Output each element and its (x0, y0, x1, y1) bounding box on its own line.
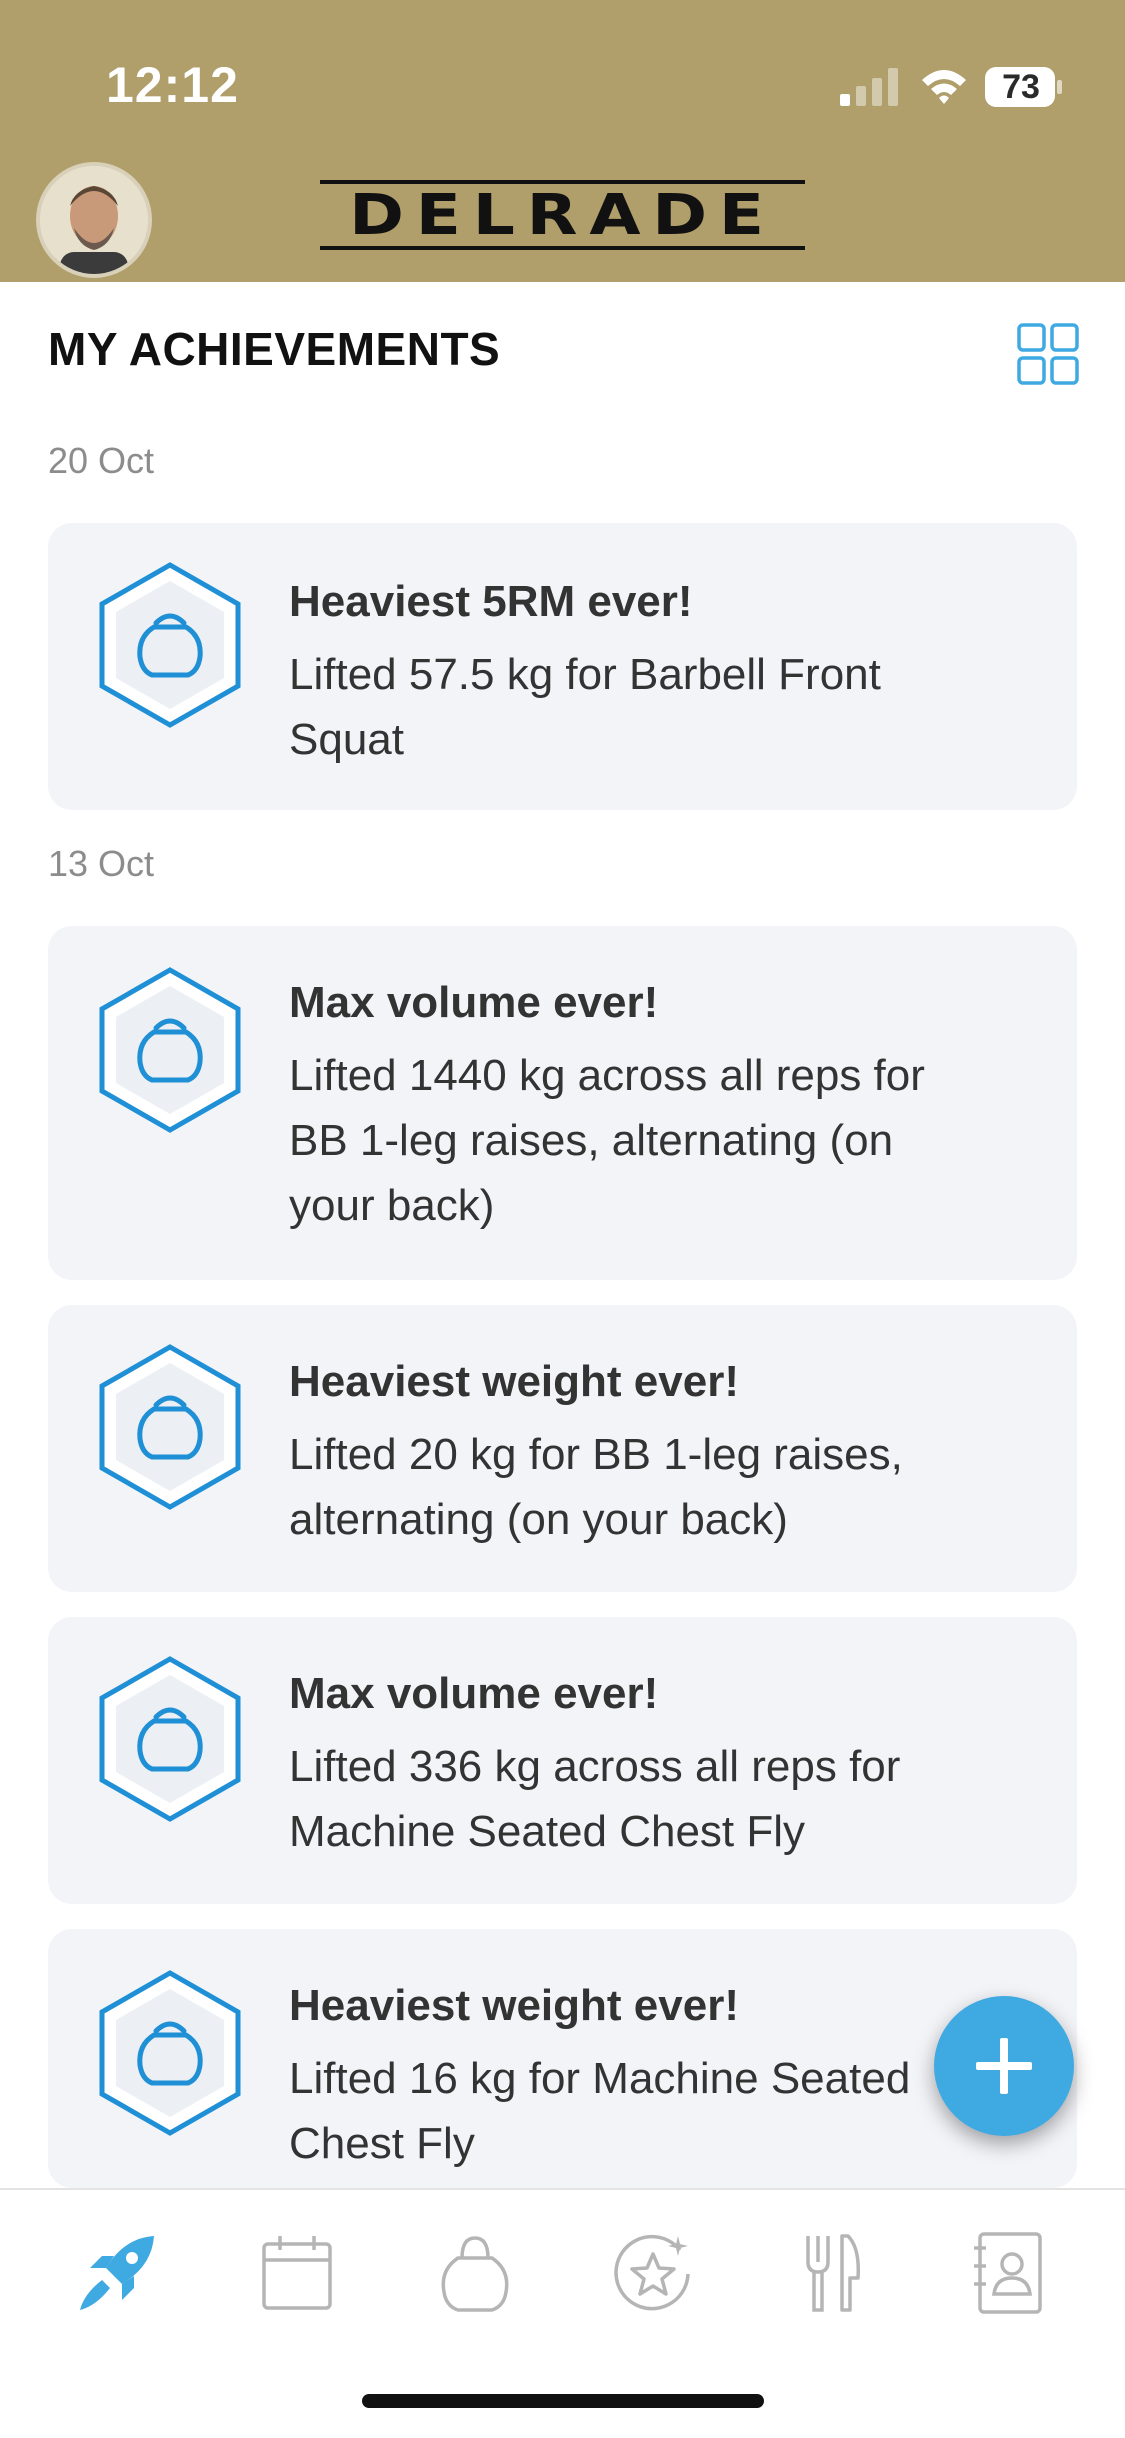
achievement-title: Max volume ever! (289, 1669, 659, 1718)
achievement-card[interactable]: Heaviest weight ever! Lifted 16 kg for M… (48, 1929, 1077, 2188)
achievement-card[interactable]: Max volume ever! Lifted 336 kg across al… (48, 1617, 1077, 1904)
date-header: 20 Oct (48, 440, 155, 481)
description-line: Lifted 57.5 kg for Barbell Front (289, 650, 881, 699)
page-title: MY ACHIEVEMENTS (48, 323, 501, 375)
description-line: your back) (289, 1181, 495, 1230)
description-line: Lifted 1440 kg across all reps for (289, 1051, 925, 1100)
achievement-description: Lifted 57.5 kg for Barbell Front Squat (289, 642, 1049, 772)
user-avatar-icon (40, 166, 148, 274)
rocket-icon[interactable] (72, 2228, 162, 2318)
description-line: BB 1-leg raises, alternating (on (289, 1116, 894, 1165)
brand-logo-text: DELRADE (349, 182, 776, 248)
plus-icon-vertical (1000, 2038, 1008, 2094)
date-header: 13 Oct (48, 843, 155, 884)
cellular-signal-icon (840, 68, 898, 106)
battery-level: 73 (1002, 68, 1040, 106)
kettlebell-badge-icon (99, 1970, 241, 2136)
kettlebell-icon[interactable] (430, 2228, 520, 2318)
contact-book-icon[interactable] (962, 2228, 1052, 2318)
kettlebell-badge-icon (99, 1656, 241, 1822)
kettlebell-badge-icon (99, 562, 241, 728)
achievement-card[interactable]: Heaviest weight ever! Lifted 20 kg for B… (48, 1305, 1077, 1592)
description-line: Lifted 20 kg for BB 1-leg raises, (289, 1430, 903, 1479)
achievement-description: Lifted 336 kg across all reps for Machin… (289, 1734, 1049, 1864)
achievement-title: Max volume ever! (289, 978, 659, 1027)
status-time: 12:12 (106, 57, 239, 113)
achievement-title: Heaviest 5RM ever! (289, 577, 693, 626)
grid-icon[interactable] (1016, 322, 1080, 386)
description-line: Chest Fly (289, 2119, 475, 2168)
fork-knife-icon[interactable] (788, 2228, 878, 2318)
description-line: alternating (on your back) (289, 1495, 788, 1544)
status-bar: 12:12 73 (0, 0, 1125, 150)
home-indicator (362, 2394, 764, 2408)
star-badge-icon[interactable] (608, 2228, 698, 2318)
description-line: Squat (289, 715, 404, 764)
achievement-description: Lifted 1440 kg across all reps for BB 1-… (289, 1043, 1049, 1238)
avatar[interactable] (36, 162, 152, 278)
brand-logo: DELRADE (320, 180, 805, 250)
add-button[interactable] (934, 1996, 1074, 2136)
achievement-title: Heaviest weight ever! (289, 1357, 739, 1406)
description-line: Lifted 336 kg across all reps for (289, 1742, 901, 1791)
wifi-icon (922, 70, 966, 104)
achievement-description: Lifted 20 kg for BB 1-leg raises, altern… (289, 1422, 1049, 1552)
description-line: Machine Seated Chest Fly (289, 1807, 806, 1856)
achievement-title: Heaviest weight ever! (289, 1981, 739, 2030)
logo-line-bottom (320, 246, 805, 250)
kettlebell-badge-icon (99, 1344, 241, 1510)
achievement-card[interactable]: Heaviest 5RM ever! Lifted 57.5 kg for Ba… (48, 523, 1077, 810)
achievement-card[interactable]: Max volume ever! Lifted 1440 kg across a… (48, 926, 1077, 1280)
kettlebell-badge-icon (99, 967, 241, 1133)
calendar-icon[interactable] (252, 2228, 342, 2318)
